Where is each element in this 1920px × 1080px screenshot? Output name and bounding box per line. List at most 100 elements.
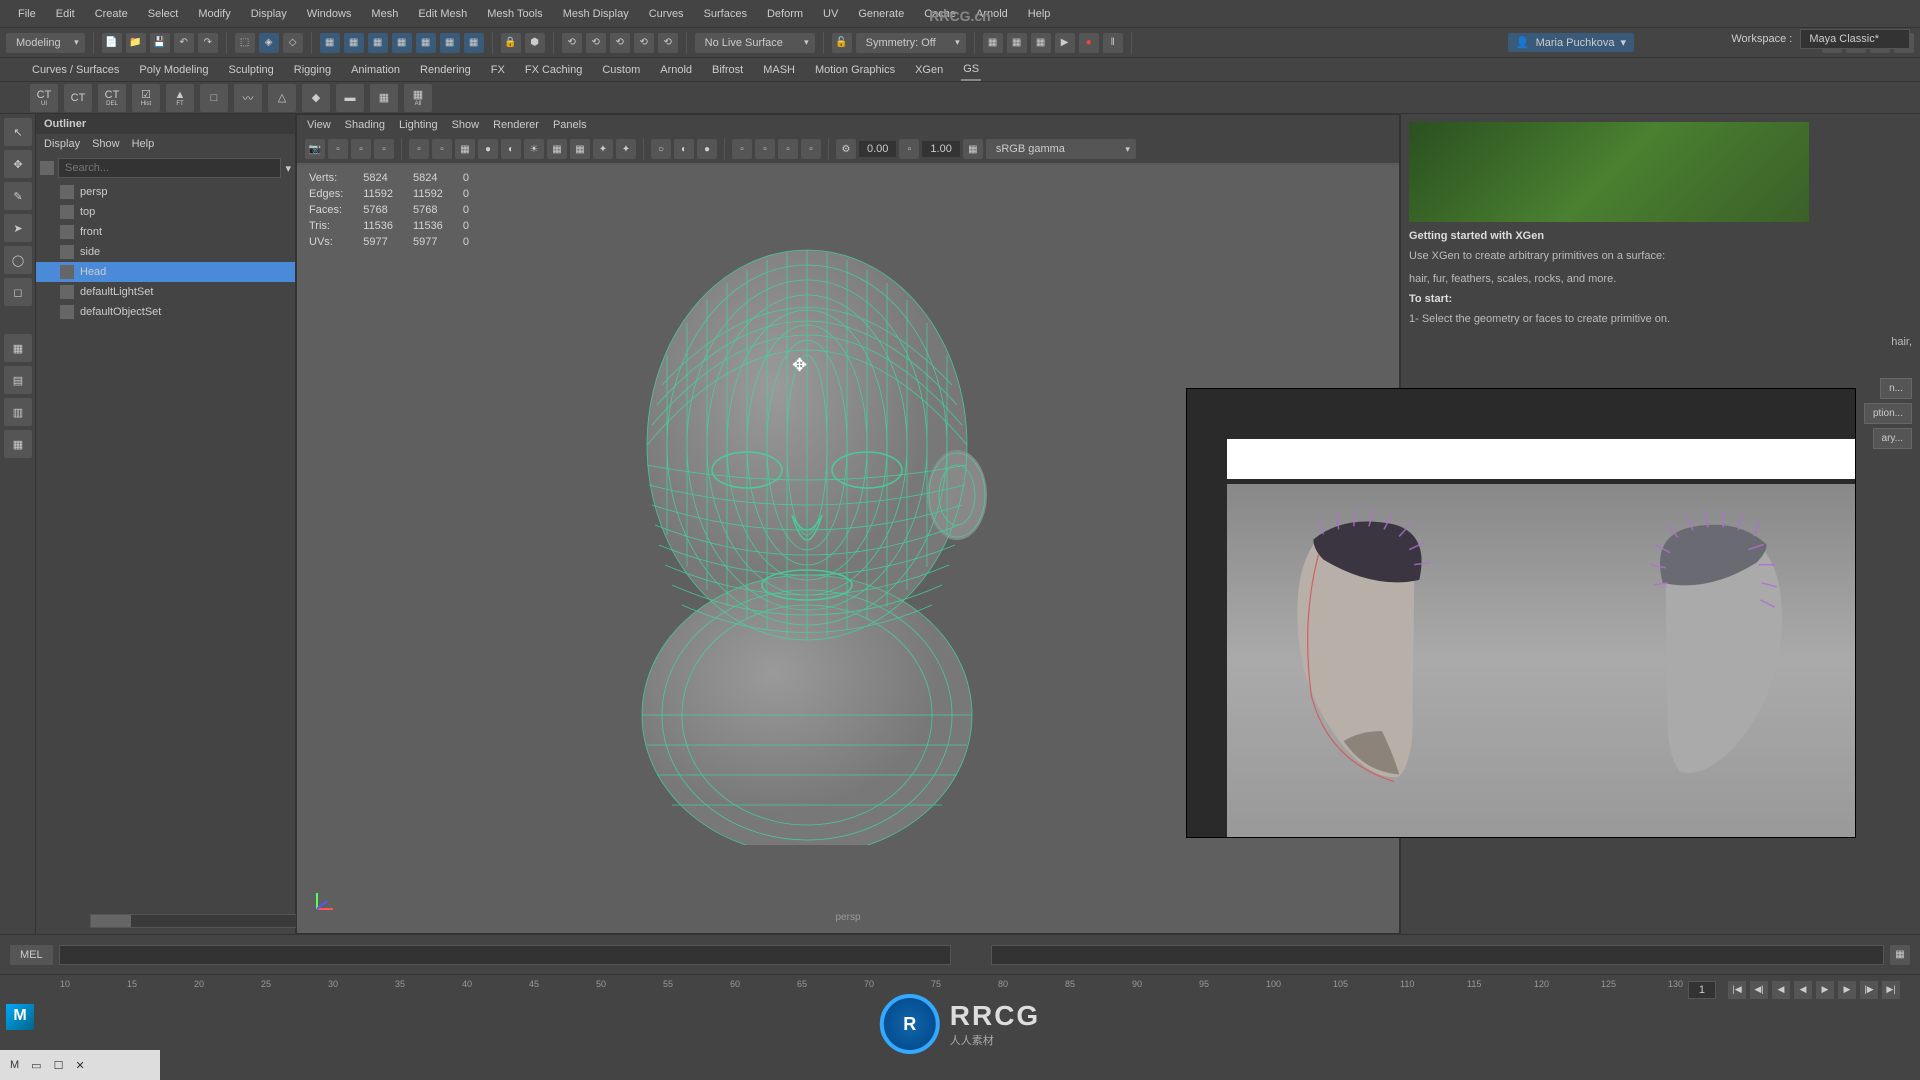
shelf-tab-fxcaching[interactable]: FX Caching — [523, 60, 584, 80]
menu-help[interactable]: Help — [1018, 8, 1061, 20]
vp-icon[interactable]: ● — [697, 139, 717, 159]
vp-icon[interactable]: ◐ — [501, 139, 521, 159]
vp-icon[interactable]: ▫ — [899, 139, 919, 159]
sync5-icon[interactable]: ⟲ — [658, 33, 678, 53]
layout2-icon[interactable]: ▦ — [1007, 33, 1027, 53]
sync3-icon[interactable]: ⟲ — [610, 33, 630, 53]
outliner-item-head[interactable]: Head — [36, 262, 295, 282]
arrow-tool-icon[interactable]: ↖ — [4, 118, 32, 146]
shelf-tab-motiongraphics[interactable]: Motion Graphics — [813, 60, 897, 80]
menu-edit[interactable]: Edit — [46, 8, 85, 20]
shelf-icon-11[interactable]: ▦All — [404, 84, 432, 112]
outliner-menu-display[interactable]: Display — [44, 138, 80, 150]
lock-icon[interactable]: 🔒 — [501, 33, 521, 53]
vp-icon[interactable]: ▫ — [432, 139, 452, 159]
grid3-icon[interactable]: ▦ — [368, 33, 388, 53]
vp-gear-icon[interactable]: ⚙ — [836, 139, 856, 159]
render-icon[interactable]: ▶ — [1055, 33, 1075, 53]
outliner-menu-show[interactable]: Show — [92, 138, 120, 150]
outliner-item-front[interactable]: front — [36, 222, 295, 242]
rewind-end-icon[interactable]: ▶| — [1882, 981, 1900, 999]
shelf-tab-custom[interactable]: Custom — [600, 60, 642, 80]
sync2-icon[interactable]: ⟲ — [586, 33, 606, 53]
menu-generate[interactable]: Generate — [848, 8, 914, 20]
grid5-icon[interactable]: ▦ — [416, 33, 436, 53]
menu-windows[interactable]: Windows — [297, 8, 362, 20]
vp-icon[interactable]: ☀ — [524, 139, 544, 159]
command-input[interactable] — [59, 945, 952, 965]
shelf-icon-0[interactable]: CTUI — [30, 84, 58, 112]
play-back-icon[interactable]: ◀ — [1794, 981, 1812, 999]
outliner-menu-help[interactable]: Help — [132, 138, 155, 150]
shelf-icon-4[interactable]: ▲FT — [166, 84, 194, 112]
shelf-icon-6[interactable]: 〰 — [234, 84, 262, 112]
vp-menu-shading[interactable]: Shading — [345, 119, 385, 131]
workspace-dropdown[interactable]: Maya Classic* — [1800, 29, 1910, 49]
vp-icon[interactable]: ● — [478, 139, 498, 159]
vp-menu-show[interactable]: Show — [452, 119, 480, 131]
vp-icon[interactable]: ▫ — [732, 139, 752, 159]
shelf-tab-gs[interactable]: GS — [961, 59, 981, 81]
sync4-icon[interactable]: ⟲ — [634, 33, 654, 53]
grid7-icon[interactable]: ▦ — [464, 33, 484, 53]
shelf-tab-curvessurfaces[interactable]: Curves / Surfaces — [30, 60, 121, 80]
vp-color-icon[interactable]: ▦ — [963, 139, 983, 159]
snap-icon[interactable]: ◈ — [259, 33, 279, 53]
vp-menu-renderer[interactable]: Renderer — [493, 119, 539, 131]
taskbar-app-icon[interactable]: M — [10, 1059, 19, 1071]
layout1-icon[interactable]: ▦ — [983, 33, 1003, 53]
outliner-item-defaultobjectset[interactable]: defaultObjectSet — [36, 302, 295, 322]
shelf-tab-fx[interactable]: FX — [489, 60, 507, 80]
mel-button[interactable]: MEL — [10, 945, 53, 965]
vp-icon[interactable]: ▦ — [547, 139, 567, 159]
shelf-icon-5[interactable]: □ — [200, 84, 228, 112]
shelf-icon-1[interactable]: CT — [64, 84, 92, 112]
outliner-item-defaultlightset[interactable]: defaultLightSet — [36, 282, 295, 302]
shelf-icon-7[interactable]: △ — [268, 84, 296, 112]
shelf-icon-3[interactable]: ☑Hist — [132, 84, 160, 112]
play-fwd-icon[interactable]: ▶ — [1816, 981, 1834, 999]
taskbar-min-icon[interactable]: ▭ — [31, 1059, 41, 1072]
taskbar-max-icon[interactable]: ☐ — [54, 1059, 64, 1072]
new-icon[interactable]: 📄 — [102, 33, 122, 53]
option3-icon[interactable]: ▥ — [4, 398, 32, 426]
sync1-icon[interactable]: ⟲ — [562, 33, 582, 53]
undo-icon[interactable]: ↶ — [174, 33, 194, 53]
shelf-tab-polymodeling[interactable]: Poly Modeling — [137, 60, 210, 80]
shelf-icon-10[interactable]: ▦ — [370, 84, 398, 112]
snap2-icon[interactable]: ◇ — [283, 33, 303, 53]
select-icon[interactable]: ⬚ — [235, 33, 255, 53]
shelf-tab-animation[interactable]: Animation — [349, 60, 402, 80]
rotate-tool-icon[interactable]: ◯ — [4, 246, 32, 274]
search-clear-icon[interactable]: ▾ — [285, 162, 291, 175]
xgen-btn2[interactable]: ption... — [1864, 403, 1912, 424]
vp-menu-view[interactable]: View — [307, 119, 331, 131]
menu-curves[interactable]: Curves — [639, 8, 694, 20]
mode-dropdown[interactable]: Modeling — [6, 33, 85, 53]
magnet-icon[interactable]: ⬢ — [525, 33, 545, 53]
grid1-icon[interactable]: ▦ — [320, 33, 340, 53]
shelf-icon-8[interactable]: ◆ — [302, 84, 330, 112]
menu-display[interactable]: Display — [241, 8, 297, 20]
lasso-tool-icon[interactable]: ✥ — [4, 150, 32, 178]
menu-deform[interactable]: Deform — [757, 8, 813, 20]
redo-icon[interactable]: ↷ — [198, 33, 218, 53]
filter-icon[interactable] — [40, 161, 54, 175]
pause-icon[interactable]: ‖ — [1103, 33, 1123, 53]
option2-icon[interactable]: ▤ — [4, 366, 32, 394]
vp-icon[interactable]: ✦ — [616, 139, 636, 159]
vp-icon[interactable]: ▫ — [409, 139, 429, 159]
menu-uv[interactable]: UV — [813, 8, 848, 20]
vp-menu-panels[interactable]: Panels — [553, 119, 587, 131]
menu-surfaces[interactable]: Surfaces — [694, 8, 757, 20]
shelf-tab-bifrost[interactable]: Bifrost — [710, 60, 745, 80]
colormode-dropdown[interactable]: sRGB gamma — [986, 139, 1136, 159]
menu-select[interactable]: Select — [138, 8, 189, 20]
vp-icon[interactable]: ✦ — [593, 139, 613, 159]
next-key-icon[interactable]: ▶ — [1838, 981, 1856, 999]
outliner-item-top[interactable]: top — [36, 202, 295, 222]
menu-mesh[interactable]: Mesh — [361, 8, 408, 20]
open-icon[interactable]: 📁 — [126, 33, 146, 53]
save-icon[interactable]: 💾 — [150, 33, 170, 53]
xgen-btn3[interactable]: ary... — [1873, 428, 1912, 449]
